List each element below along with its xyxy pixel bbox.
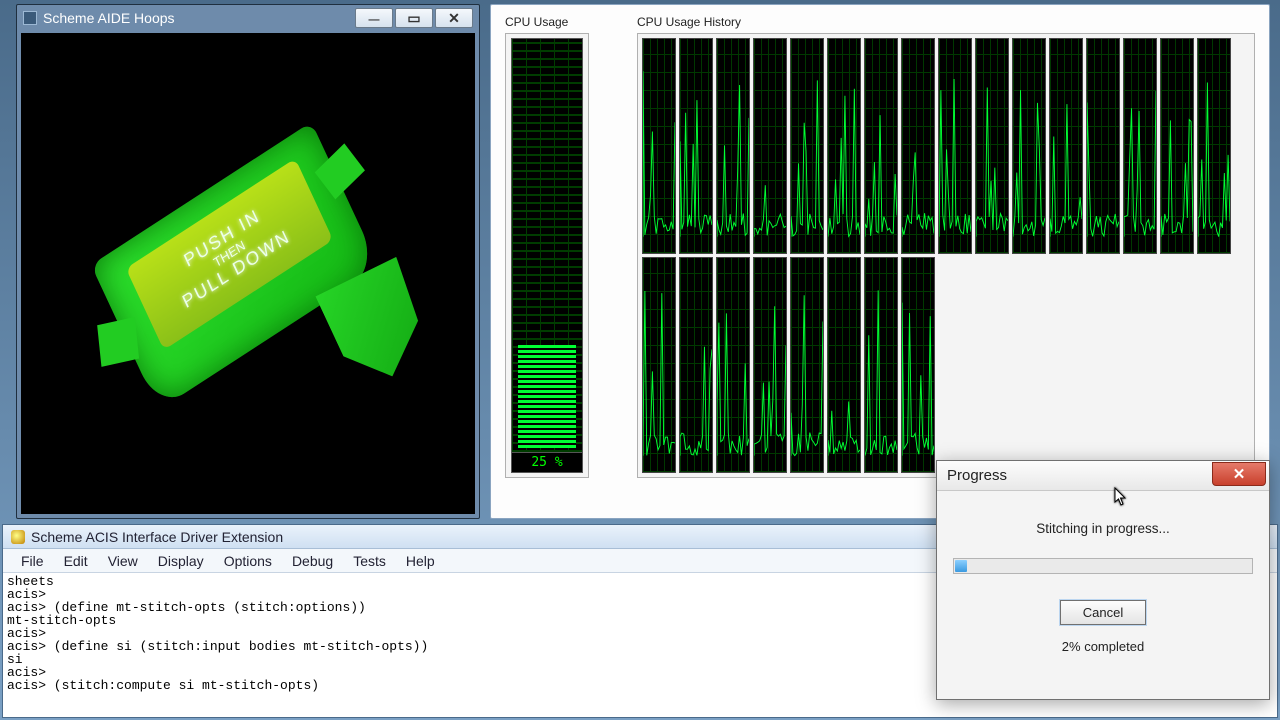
cpu-history-label: CPU Usage History	[637, 15, 1255, 29]
cpu-core-graph	[864, 257, 898, 473]
cpu-core-graph	[1197, 38, 1231, 254]
close-button[interactable]: ✕	[1212, 462, 1266, 486]
menu-debug[interactable]: Debug	[284, 551, 341, 571]
cpu-usage-gauge	[511, 38, 583, 453]
hoops-window: Scheme AIDE Hoops PUSH IN THEN PULL DOWN	[16, 4, 480, 519]
app-icon	[23, 11, 37, 25]
cpu-core-graph	[1086, 38, 1120, 254]
cpu-history-frame	[637, 33, 1255, 478]
menu-file[interactable]: File	[13, 551, 52, 571]
minimize-button[interactable]	[355, 8, 393, 28]
progress-message: Stitching in progress...	[953, 521, 1253, 536]
cancel-button[interactable]: Cancel	[1060, 600, 1146, 625]
cpu-core-graph	[753, 38, 787, 254]
menu-tests[interactable]: Tests	[345, 551, 394, 571]
progress-bar	[953, 558, 1253, 574]
menu-help[interactable]: Help	[398, 551, 443, 571]
cpu-core-graph	[790, 38, 824, 254]
close-button[interactable]	[435, 8, 473, 28]
cpu-core-graph	[1160, 38, 1194, 254]
progress-titlebar[interactable]: Progress ✕	[937, 461, 1269, 491]
cpu-core-graph	[827, 257, 861, 473]
cpu-core-graph	[753, 257, 787, 473]
cpu-core-graph	[827, 38, 861, 254]
hoops-viewport[interactable]: PUSH IN THEN PULL DOWN	[21, 33, 475, 514]
cpu-usage-label: CPU Usage	[505, 15, 605, 29]
cpu-core-graph	[790, 257, 824, 473]
hoops-titlebar[interactable]: Scheme AIDE Hoops	[17, 5, 479, 31]
cpu-core-graph	[716, 257, 750, 473]
progress-dialog: Progress ✕ Stitching in progress... Canc…	[936, 460, 1270, 700]
cpu-core-graph	[1049, 38, 1083, 254]
menu-edit[interactable]: Edit	[56, 551, 96, 571]
cpu-core-graph	[938, 38, 972, 254]
progress-status: 2% completed	[953, 639, 1253, 654]
cpu-core-graph	[975, 38, 1009, 254]
cpu-core-graph	[642, 257, 676, 473]
hoops-title: Scheme AIDE Hoops	[43, 10, 175, 26]
cpu-core-graph	[679, 257, 713, 473]
cpu-panel: CPU Usage 25 % CPU Usage History	[490, 4, 1270, 519]
menu-display[interactable]: Display	[150, 551, 212, 571]
cpu-core-graph	[864, 38, 898, 254]
cpu-core-graph	[679, 38, 713, 254]
acis-icon	[11, 530, 25, 544]
acis-title: Scheme ACIS Interface Driver Extension	[31, 529, 283, 545]
cpu-core-graph	[1123, 38, 1157, 254]
menu-view[interactable]: View	[100, 551, 146, 571]
cpu-core-graph	[901, 38, 935, 254]
maximize-button[interactable]	[395, 8, 433, 28]
cpu-core-graph	[901, 257, 935, 473]
cpu-core-graph	[716, 38, 750, 254]
cpu-core-graph	[1012, 38, 1046, 254]
cpu-usage-text: 25 %	[511, 453, 583, 473]
progress-title: Progress	[947, 467, 1007, 484]
model-3d: PUSH IN THEN PULL DOWN	[91, 121, 379, 409]
cpu-usage-gauge-frame: 25 %	[505, 33, 589, 478]
cpu-core-graph	[642, 38, 676, 254]
menu-options[interactable]: Options	[216, 551, 280, 571]
